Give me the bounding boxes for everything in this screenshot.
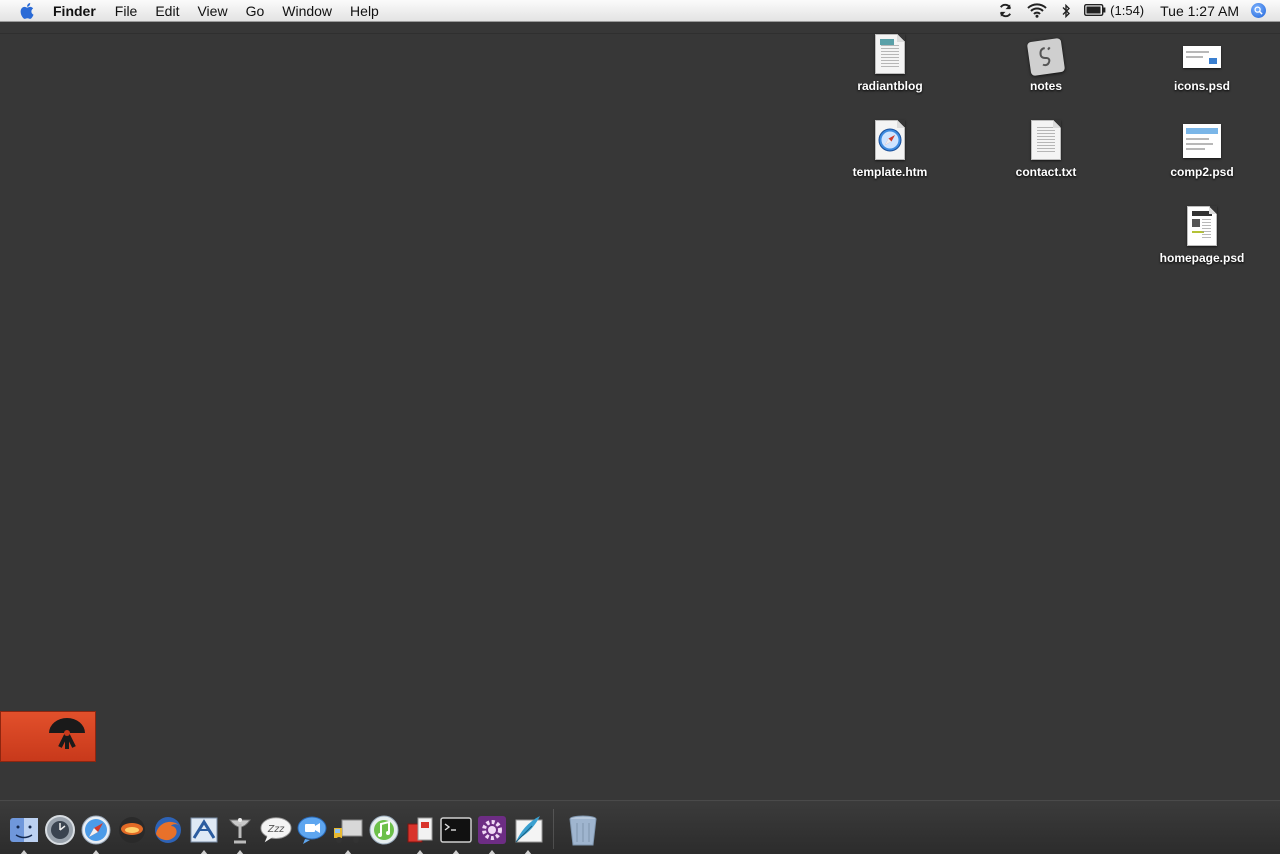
sync-icon[interactable] (998, 0, 1013, 22)
psd-file-icon (1182, 30, 1222, 74)
desktop-icon-comp2-psd[interactable]: comp2.psd (1147, 116, 1257, 179)
desktop-icon-radiantblog[interactable]: radiantblog (835, 30, 945, 93)
radar-dish-icon (47, 717, 87, 756)
time-machine-icon (45, 815, 75, 845)
dock-video-chat[interactable] (296, 814, 328, 846)
dock-chat[interactable]: Zzz (260, 814, 292, 846)
menu-go[interactable]: Go (237, 0, 274, 22)
running-indicator (488, 850, 496, 854)
menu-help[interactable]: Help (341, 0, 388, 22)
document-icon (870, 30, 910, 74)
running-indicator (416, 850, 424, 854)
safari-document-icon (870, 116, 910, 160)
wifi-icon[interactable] (1027, 0, 1047, 22)
dock-gear-app[interactable] (476, 814, 508, 854)
dock-terminal[interactable] (440, 814, 472, 854)
desktop-icon-label: homepage.psd (1159, 251, 1245, 265)
desktop-icon-homepage-psd[interactable]: homepage.psd (1147, 202, 1257, 265)
battery-icon (1084, 3, 1106, 19)
desktop-icon-label: icons.psd (1173, 79, 1230, 93)
running-indicator (344, 850, 352, 854)
battery-time: (1:54) (1110, 3, 1145, 18)
menu-finder[interactable]: Finder (53, 0, 106, 22)
quill-pen-icon (515, 816, 543, 843)
psd-file-icon (1182, 202, 1222, 246)
running-indicator (236, 850, 244, 854)
delivery-truck-icon (334, 819, 363, 843)
running-indicator (200, 850, 208, 854)
desktop-icon-contact-txt[interactable]: contact.txt (991, 116, 1101, 179)
dock-safari[interactable] (80, 814, 112, 854)
menu-file[interactable]: File (106, 0, 147, 22)
dock-separator (553, 809, 554, 849)
text-document-icon (1026, 116, 1066, 160)
desktop-icon-notes[interactable]: notes (991, 30, 1101, 93)
dock-mail[interactable] (188, 814, 220, 854)
bluetooth-icon[interactable] (1061, 0, 1071, 22)
dock-quill-pen-app[interactable] (512, 814, 544, 854)
chat-bubble-icon: Zzz (260, 817, 292, 843)
terminal-icon (440, 817, 472, 843)
menu-window[interactable]: Window (273, 0, 341, 22)
desktop-icon-icons-psd[interactable]: icons.psd (1147, 30, 1257, 93)
dock-itunes[interactable] (368, 814, 400, 846)
video-chat-icon (297, 816, 327, 844)
desktop-icon-label: radiantblog (857, 79, 923, 93)
desktop: Finder File Edit View Go Window Help (1:… (0, 0, 1280, 854)
gear-icon (478, 816, 506, 844)
trash-icon (569, 815, 597, 846)
dock-satellite-dish[interactable] (224, 814, 256, 854)
app-bundle-icon (407, 817, 433, 843)
dock-finder[interactable] (8, 814, 40, 854)
svg-text:Zzz: Zzz (267, 824, 285, 835)
desktop-icon-label: notes (1029, 79, 1062, 93)
desktop-icon-label: comp2.psd (1170, 165, 1234, 179)
itunes-icon (369, 815, 399, 845)
dock-app-bundle[interactable] (404, 814, 436, 854)
running-indicator (524, 850, 532, 854)
desktop-icon-template-htm[interactable]: template.htm (835, 116, 945, 179)
psd-file-icon (1182, 116, 1222, 160)
dock: Zzz (0, 800, 1280, 854)
running-indicator (452, 850, 460, 854)
dock-firefox[interactable] (152, 814, 184, 846)
menu-view[interactable]: View (188, 0, 236, 22)
menu-clock[interactable]: Tue 1:27 AM (1160, 3, 1239, 19)
running-indicator (20, 850, 28, 854)
dock-time-machine[interactable] (44, 814, 76, 846)
radar-widget[interactable] (0, 711, 96, 762)
desktop-icon-label: template.htm (852, 165, 928, 179)
dock-trash[interactable] (567, 814, 599, 846)
spotlight-icon[interactable] (1251, 3, 1266, 18)
dock-rss-reader[interactable] (116, 814, 148, 846)
safari-icon (81, 815, 111, 845)
mail-icon (190, 817, 218, 843)
apple-logo-icon[interactable] (20, 2, 34, 19)
menu-bar: Finder File Edit View Go Window Help (1:… (0, 0, 1280, 22)
running-indicator (92, 850, 100, 854)
menu-edit[interactable]: Edit (146, 0, 188, 22)
battery-status[interactable]: (1:54) (1084, 3, 1144, 19)
finder-icon (10, 818, 38, 842)
desktop-icon-label: contact.txt (1015, 165, 1077, 179)
notes-document-icon (1026, 30, 1066, 77)
satellite-dish-icon (229, 818, 251, 844)
rss-reader-icon (119, 817, 145, 843)
firefox-icon (155, 817, 181, 843)
dock-delivery-truck[interactable] (332, 814, 364, 854)
